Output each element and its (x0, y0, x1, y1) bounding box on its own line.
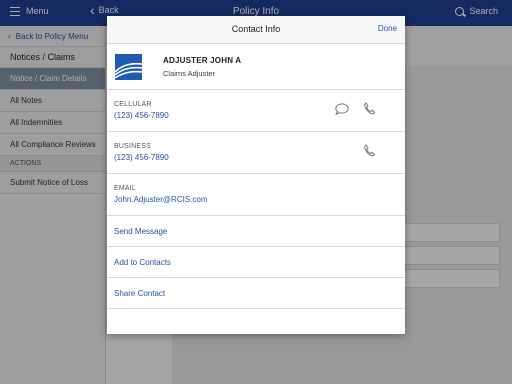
contact-name: ADJUSTER JOHN A (163, 55, 242, 65)
phone-icon[interactable] (363, 144, 376, 162)
cellular-field: CELLULAR (123) 456-7890 (107, 90, 405, 132)
add-to-contacts-button[interactable]: Add to Contacts (107, 247, 405, 278)
contact-role: Claims Adjuster (163, 68, 216, 78)
email-label: EMAIL (114, 185, 137, 192)
done-button[interactable]: Done (378, 24, 397, 33)
share-contact-button[interactable]: Share Contact (107, 278, 405, 309)
business-field: BUSINESS (123) 456-7890 (107, 132, 405, 174)
email-address-link[interactable]: John.Adjuster@RCIS.com (114, 195, 405, 204)
company-logo (114, 53, 143, 80)
email-field: EMAIL John.Adjuster@RCIS.com (107, 174, 405, 216)
modal-header: Contact Info Done (107, 16, 405, 44)
modal-title: Contact Info (231, 24, 281, 34)
business-label: BUSINESS (114, 143, 151, 150)
send-message-button[interactable]: Send Message (107, 216, 405, 247)
message-icon[interactable] (335, 102, 349, 120)
contact-info-modal: Contact Info Done ADJUSTER JOHN A Claims… (107, 16, 405, 334)
contact-card: ADJUSTER JOHN A Claims Adjuster (107, 44, 405, 90)
phone-icon[interactable] (363, 102, 376, 120)
business-number-link[interactable]: (123) 456-7890 (114, 153, 405, 162)
